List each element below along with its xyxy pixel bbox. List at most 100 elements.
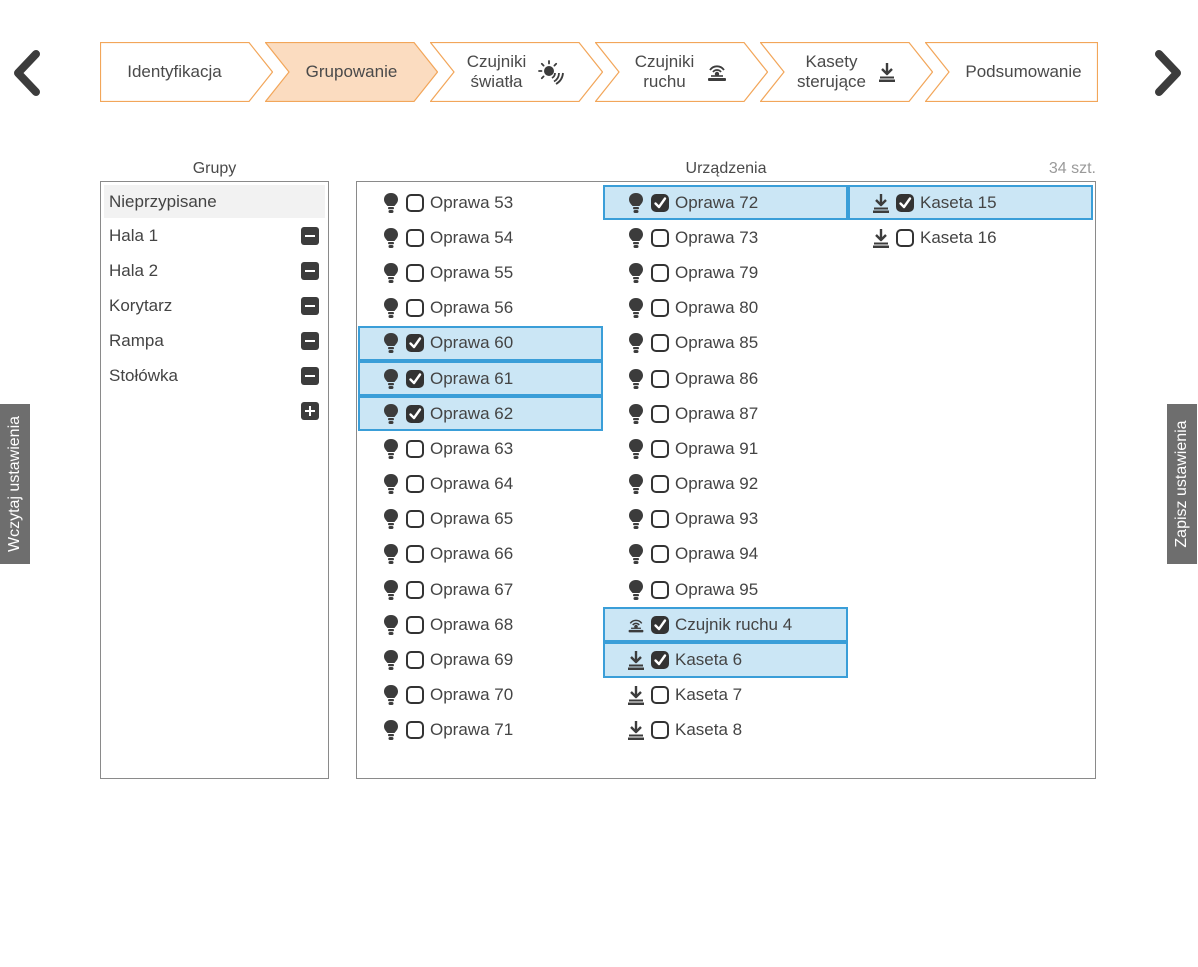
device-item[interactable]: Oprawa 64 (358, 467, 603, 502)
device-item[interactable]: Oprawa 72 (603, 185, 848, 221)
group-label: Stołówka (109, 365, 178, 385)
checkbox[interactable] (406, 475, 424, 494)
device-item[interactable]: Oprawa 56 (358, 291, 603, 326)
lamp-icon (627, 508, 645, 530)
device-item[interactable]: Oprawa 62 (358, 396, 603, 432)
checkbox[interactable] (651, 545, 669, 564)
step-6[interactable]: Podsumowanie (925, 42, 1098, 102)
checkbox[interactable] (406, 228, 424, 247)
device-item[interactable]: Oprawa 73 (603, 220, 848, 255)
device-item[interactable]: Oprawa 53 (358, 185, 603, 220)
device-item[interactable]: Oprawa 68 (358, 607, 603, 642)
checkbox[interactable] (651, 263, 669, 282)
checkbox[interactable] (651, 334, 669, 353)
device-item[interactable]: Oprawa 85 (603, 326, 848, 361)
device-item[interactable]: Oprawa 55 (358, 255, 603, 290)
checkbox[interactable] (896, 228, 914, 247)
lamp-icon (382, 719, 400, 741)
device-item[interactable]: Oprawa 91 (603, 431, 848, 466)
checkbox[interactable] (651, 299, 669, 318)
group-item[interactable]: Nieprzypisane (104, 185, 325, 218)
checkbox[interactable] (406, 615, 424, 634)
device-item[interactable]: Oprawa 86 (603, 361, 848, 396)
group-item[interactable]: Rampa (104, 323, 325, 358)
device-item[interactable]: Oprawa 92 (603, 467, 848, 502)
checkbox[interactable] (406, 721, 424, 740)
checkbox-checked[interactable] (406, 404, 424, 423)
previous-step-button[interactable] (12, 50, 42, 96)
checkbox[interactable] (651, 439, 669, 458)
device-item[interactable]: Oprawa 54 (358, 220, 603, 255)
device-item[interactable]: Oprawa 93 (603, 502, 848, 537)
device-item[interactable]: Kaseta 15 (848, 185, 1093, 221)
device-label: Oprawa 67 (430, 579, 514, 599)
device-item[interactable]: Oprawa 61 (358, 360, 603, 397)
checkbox[interactable] (651, 228, 669, 247)
checkbox[interactable] (651, 475, 669, 494)
checkbox[interactable] (406, 651, 424, 670)
remove-group-icon[interactable] (301, 297, 319, 315)
device-label: Kaseta 16 (920, 227, 997, 247)
lamp-icon (382, 403, 400, 425)
checkbox-checked[interactable] (651, 193, 669, 212)
step-5[interactable]: Kasety sterujące (760, 42, 933, 102)
group-item[interactable]: Hala 1 (104, 218, 325, 253)
device-item[interactable]: Kaseta 16 (848, 220, 1093, 255)
device-item[interactable]: Oprawa 67 (358, 572, 603, 607)
device-item[interactable]: Oprawa 79 (603, 255, 848, 290)
next-step-button[interactable] (1153, 50, 1183, 96)
lamp-icon (382, 368, 400, 390)
device-item[interactable]: Oprawa 80 (603, 291, 848, 326)
checkbox[interactable] (406, 439, 424, 458)
device-item[interactable]: Czujnik ruchu 4 (603, 607, 848, 643)
checkbox[interactable] (651, 686, 669, 705)
load-settings-label: Wczytaj ustawienia (6, 415, 23, 553)
device-item[interactable]: Oprawa 65 (358, 502, 603, 537)
group-item[interactable]: Hala 2 (104, 253, 325, 288)
remove-group-icon[interactable] (301, 367, 319, 385)
checkbox-checked[interactable] (406, 369, 424, 388)
device-item[interactable]: Kaseta 8 (603, 713, 848, 748)
device-label: Oprawa 62 (430, 403, 514, 423)
checkbox[interactable] (651, 510, 669, 529)
checkbox[interactable] (651, 369, 669, 388)
checkbox-checked[interactable] (651, 651, 669, 670)
device-item[interactable]: Oprawa 63 (358, 431, 603, 466)
checkbox[interactable] (406, 263, 424, 282)
checkbox-checked[interactable] (406, 334, 424, 353)
checkbox[interactable] (406, 510, 424, 529)
step-3[interactable]: Czujniki światła (430, 42, 603, 102)
step-2[interactable]: Grupowanie (265, 42, 438, 102)
device-item[interactable]: Oprawa 87 (603, 396, 848, 431)
step-1[interactable]: Identyfikacja (100, 42, 273, 102)
add-group-icon[interactable] (301, 402, 319, 420)
remove-group-icon[interactable] (301, 262, 319, 280)
save-settings-tab[interactable]: Zapisz ustawienia (1167, 404, 1197, 564)
device-item[interactable]: Oprawa 60 (358, 325, 603, 361)
checkbox[interactable] (406, 193, 424, 212)
step-4[interactable]: Czujniki ruchu (595, 42, 768, 102)
remove-group-icon[interactable] (301, 227, 319, 245)
remove-group-icon[interactable] (301, 332, 319, 350)
checkbox[interactable] (651, 404, 669, 423)
device-item[interactable]: Oprawa 94 (603, 537, 848, 572)
checkbox[interactable] (651, 580, 669, 599)
checkbox[interactable] (406, 686, 424, 705)
device-item[interactable]: Oprawa 95 (603, 572, 848, 607)
device-item[interactable]: Kaseta 6 (603, 642, 848, 678)
cassette-icon (627, 649, 645, 671)
device-item[interactable]: Oprawa 66 (358, 537, 603, 572)
checkbox[interactable] (651, 721, 669, 740)
checkbox[interactable] (406, 299, 424, 318)
group-item[interactable]: Stołówka (104, 358, 325, 393)
checkbox-checked[interactable] (651, 615, 669, 634)
checkbox[interactable] (406, 545, 424, 564)
device-item[interactable]: Kaseta 7 (603, 678, 848, 713)
checkbox[interactable] (406, 580, 424, 599)
checkbox-checked[interactable] (896, 193, 914, 212)
device-item[interactable]: Oprawa 69 (358, 642, 603, 677)
device-item[interactable]: Oprawa 70 (358, 678, 603, 713)
device-item[interactable]: Oprawa 71 (358, 713, 603, 748)
load-settings-tab[interactable]: Wczytaj ustawienia (0, 404, 30, 564)
group-item[interactable]: Korytarz (104, 288, 325, 323)
